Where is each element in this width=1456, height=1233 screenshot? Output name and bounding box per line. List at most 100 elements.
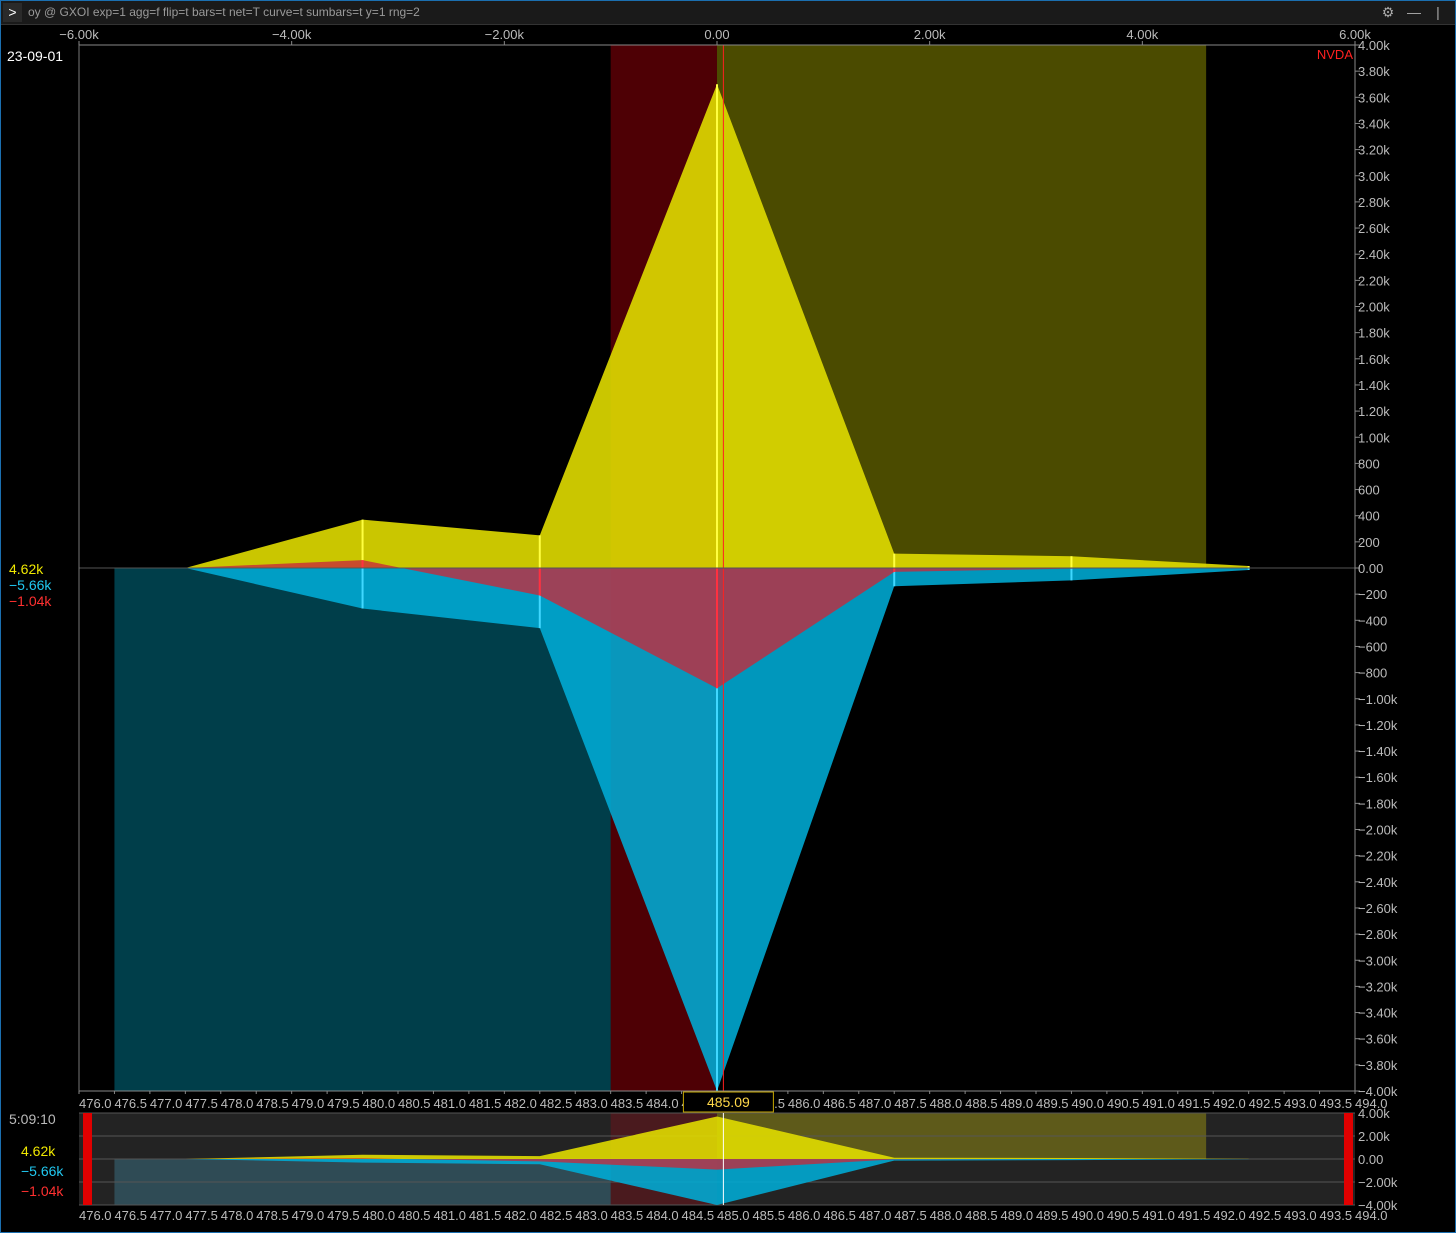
legend-pos-value: 4.62k [9, 561, 44, 577]
overview-x-tick-label: 489.5 [1036, 1208, 1069, 1223]
y-axis-tick-label: 1.20k [1358, 404, 1390, 419]
overview-x-tick-label: 486.0 [788, 1208, 821, 1223]
overview-y-tick-label: 0.00 [1358, 1152, 1383, 1167]
overview-y-tick-label: 4.00k [1358, 1106, 1390, 1121]
x-axis-tick-label: 479.5 [327, 1096, 360, 1111]
x-axis-tick-label: 491.0 [1142, 1096, 1175, 1111]
overview-x-tick-label: 480.0 [363, 1208, 396, 1223]
top-axis-tick-label: −6.00k [59, 27, 99, 42]
ticker-label: NVDA [1317, 47, 1353, 62]
y-axis-tick-label: 2.40k [1358, 247, 1390, 262]
overview-x-tick-label: 492.0 [1213, 1208, 1246, 1223]
x-axis-tick-label: 490.5 [1107, 1096, 1140, 1111]
y-axis-tick-label: 400 [1358, 509, 1380, 524]
overview-y-tick-label: −2.00k [1358, 1175, 1398, 1190]
x-axis-tick-label: 489.0 [1001, 1096, 1034, 1111]
overview-x-tick-label: 485.0 [717, 1208, 750, 1223]
overview-range-handle-left[interactable] [83, 1113, 92, 1205]
x-axis-tick-label: 483.0 [575, 1096, 608, 1111]
x-axis-tick-label: 481.0 [433, 1096, 466, 1111]
y-axis-tick-label: 3.40k [1358, 116, 1390, 131]
overview-neg-value: −5.66k [21, 1163, 64, 1179]
x-axis-tick-label: 489.5 [1036, 1096, 1069, 1111]
main-plot: −6.00k −4.00k −2.00k 0.00 2.00k 4.00k 6.00k4.0… [59, 27, 1398, 1113]
overview-x-tick-label: 483.5 [611, 1208, 644, 1223]
top-axis-tick-label: 2.00k [914, 27, 946, 42]
overview-x-tick-label: 486.5 [823, 1208, 856, 1223]
y-axis-tick-label: −3.20k [1358, 979, 1398, 994]
y-axis-tick-label: −2.20k [1358, 849, 1398, 864]
y-axis-tick-label: −400 [1358, 613, 1387, 628]
close-button[interactable]: | [1427, 2, 1449, 23]
x-axis-tick-label: 478.5 [256, 1096, 289, 1111]
command-input[interactable]: oy @ GXOI exp=1 agg=f flip=t bars=t net=… [28, 5, 420, 19]
overview-x-tick-label: 477.5 [185, 1208, 218, 1223]
overview-x-tick-label: 476.0 [79, 1208, 112, 1223]
overview-net-value: −1.04k [21, 1183, 64, 1199]
overview-x-tick-label: 480.5 [398, 1208, 431, 1223]
y-axis-tick-label: 3.80k [1358, 64, 1390, 79]
x-axis-tick-label: 493.0 [1284, 1096, 1317, 1111]
overview-x-tick-label: 478.0 [221, 1208, 254, 1223]
overview-x-tick-label: 487.0 [859, 1208, 892, 1223]
y-axis-tick-label: −1.20k [1358, 718, 1398, 733]
x-axis-tick-label: 490.0 [1071, 1096, 1104, 1111]
x-axis-tick-label: 477.0 [150, 1096, 183, 1111]
command-bar: > oy @ GXOI exp=1 agg=f flip=t bars=t ne… [1, 1, 1455, 25]
x-axis-tick-label: 488.0 [930, 1096, 963, 1111]
y-axis-tick-label: −1.40k [1358, 744, 1398, 759]
y-axis-tick-label: 4.00k [1358, 38, 1390, 53]
overview-range-handle-right[interactable] [1344, 1113, 1353, 1205]
gear-icon[interactable]: ⚙ [1377, 2, 1399, 23]
overview-x-tick-label: 485.5 [752, 1208, 785, 1223]
overview-x-tick-label: 493.5 [1320, 1208, 1353, 1223]
overview-x-tick-label: 490.5 [1107, 1208, 1140, 1223]
overview-pos-value: 4.62k [21, 1143, 56, 1159]
overview-x-tick-label: 488.0 [930, 1208, 963, 1223]
legend-neg-value: −5.66k [9, 577, 52, 593]
y-axis-tick-label: −3.80k [1358, 1058, 1398, 1073]
legend-net-value: −1.04k [9, 593, 52, 609]
x-axis-tick-label: 492.0 [1213, 1096, 1246, 1111]
prompt-chevron-icon[interactable]: > [3, 3, 22, 22]
top-axis-tick-label: 4.00k [1126, 27, 1158, 42]
y-axis-tick-label: −200 [1358, 587, 1387, 602]
y-axis-tick-label: 1.60k [1358, 352, 1390, 367]
y-axis-tick-label: 3.00k [1358, 169, 1390, 184]
y-axis-tick-label: −1.00k [1358, 692, 1398, 707]
x-axis-tick-label: 483.5 [611, 1096, 644, 1111]
y-axis-tick-label: −2.80k [1358, 927, 1398, 942]
overview-x-tick-label: 481.0 [433, 1208, 466, 1223]
x-axis-tick-label: 484.0 [646, 1096, 679, 1111]
y-axis-tick-label: 200 [1358, 535, 1380, 550]
overview-x-tick-label: 483.0 [575, 1208, 608, 1223]
overview-x-tick-label: 490.0 [1071, 1208, 1104, 1223]
y-axis-tick-label: −3.00k [1358, 953, 1398, 968]
x-axis-tick-label: 481.5 [469, 1096, 502, 1111]
y-axis-tick-label: −3.40k [1358, 1006, 1398, 1021]
y-axis-tick-label: 600 [1358, 483, 1380, 498]
top-axis-tick-label: 0.00 [704, 27, 729, 42]
overview-x-tick-label: 491.0 [1142, 1208, 1175, 1223]
y-axis-tick-label: −1.60k [1358, 770, 1398, 785]
overview-plot: 4.00k2.00k0.00−2.00k−4.00k476.0 476.5 477.… [79, 1106, 1398, 1223]
x-axis-tick-label: 480.5 [398, 1096, 431, 1111]
options-exposure-chart[interactable]: −6.00k −4.00k −2.00k 0.00 2.00k 4.00k 6.00k4.0… [1, 25, 1455, 1231]
top-axis-tick-label: −2.00k [485, 27, 525, 42]
y-axis-tick-label: 2.20k [1358, 273, 1390, 288]
overview-x-tick-label: 492.5 [1249, 1208, 1282, 1223]
overview-x-tick-label: 484.5 [682, 1208, 715, 1223]
x-axis-tick-label: 482.0 [504, 1096, 537, 1111]
x-axis-tick-label: 482.5 [540, 1096, 573, 1111]
y-axis-tick-label: 3.60k [1358, 90, 1390, 105]
minimize-button[interactable]: — [1403, 2, 1425, 23]
overview-x-tick-label: 479.0 [292, 1208, 325, 1223]
overview-x-tick-label: 481.5 [469, 1208, 502, 1223]
y-axis-tick-label: −2.60k [1358, 901, 1398, 916]
x-axis-tick-label: 478.0 [221, 1096, 254, 1111]
y-axis-tick-label: −1.80k [1358, 796, 1398, 811]
y-axis-tick-label: 800 [1358, 456, 1380, 471]
overview-x-tick-label: 491.5 [1178, 1208, 1211, 1223]
y-axis-tick-label: 1.40k [1358, 378, 1390, 393]
overview-y-tick-label: 2.00k [1358, 1129, 1390, 1144]
